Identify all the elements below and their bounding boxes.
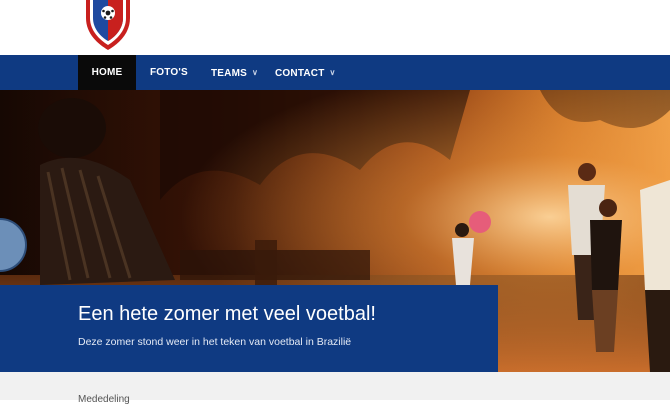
nav-item-label: TEAMS [211,68,247,79]
club-crest-icon[interactable] [82,0,134,50]
nav-item-fotos[interactable]: FOTO'S [150,55,188,90]
content-area: Mededeling [0,372,670,405]
nav-item-label: CONTACT [275,68,325,79]
nav-item-contact[interactable]: CONTACT ∨ [275,55,336,90]
chevron-down-icon: ∨ [252,68,259,77]
nav-item-teams[interactable]: TEAMS ∨ [211,55,258,90]
site-header [0,0,670,55]
nav-item-label: FOTO'S [150,67,188,78]
hero-subtitle: Deze zomer stond weer in het teken van v… [78,336,352,348]
chevron-down-icon: ∨ [329,68,336,77]
main-navigation: HOME FOTO'S TEAMS ∨ CONTACT ∨ [0,55,670,90]
hero-title[interactable]: Een hete zomer met veel voetbal! [78,303,376,326]
nav-item-home[interactable]: HOME [78,55,136,90]
nav-item-label: HOME [91,67,123,78]
hero-caption: Een hete zomer met veel voetbal! Deze zo… [0,285,498,372]
